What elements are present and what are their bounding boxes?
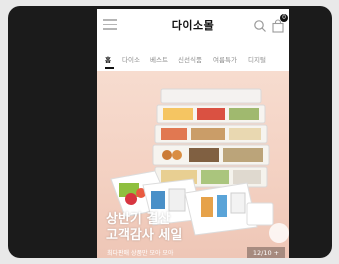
daiso-mall-logo[interactable]: 다이소몰 <box>163 17 223 33</box>
search-icon[interactable] <box>253 18 267 32</box>
promo-banner[interactable]: 상반기 결산 고객감사 세일 최다판매 상품만 모아 모아 12/10 + <box>97 71 289 258</box>
tab-best[interactable]: 베스트 <box>150 54 168 64</box>
shopping-bag-icon[interactable]: 0 <box>271 14 288 33</box>
banner-title-line-2: 고객감사 세일 <box>106 228 183 243</box>
app-header: 다이소몰 0 <box>97 9 289 39</box>
banner-title-line-1: 상반기 결산 <box>106 212 171 227</box>
banner-title: 상반기 결산 고객감사 세일 <box>106 212 182 244</box>
active-tab-indicator <box>105 67 114 69</box>
category-tab-bar: 홈 다이소 베스트 신선식품 여름특가 디지털 <box>97 51 289 69</box>
tab-digital[interactable]: 디지털 <box>248 54 266 64</box>
tab-daiso[interactable]: 다이소 <box>122 54 140 64</box>
device-frame: 다이소몰 0 홈 다이소 베스트 신선식품 여름특가 디지털 상반기 결산 고객… <box>8 6 332 258</box>
hamburger-menu-icon[interactable] <box>103 19 117 31</box>
banner-subtitle: 최다판매 상품만 모아 모아 <box>107 250 174 257</box>
phone-screen: 다이소몰 0 홈 다이소 베스트 신선식품 여름특가 디지털 상반기 결산 고객… <box>97 9 289 258</box>
tab-fresh-food[interactable]: 신선식품 <box>178 54 202 64</box>
tab-home[interactable]: 홈 <box>105 54 111 64</box>
cart-count-badge: 0 <box>280 14 288 22</box>
banner-page-counter[interactable]: 12/10 + <box>247 247 285 258</box>
tab-summer-sale[interactable]: 여름특가 <box>213 54 237 64</box>
